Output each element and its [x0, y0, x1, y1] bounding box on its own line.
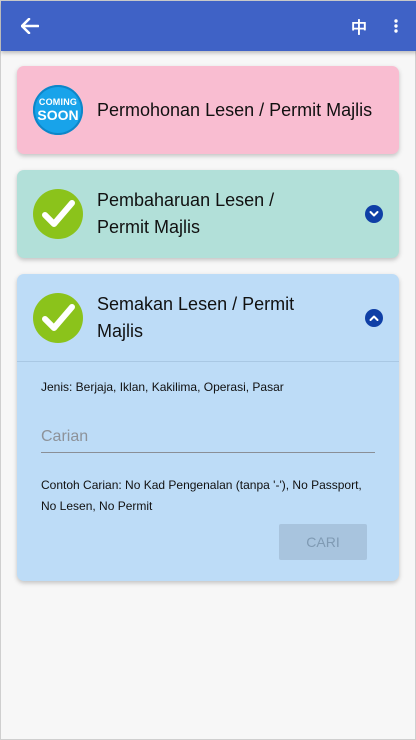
badge-line2: SOON — [37, 107, 79, 123]
license-types-text: Jenis: Berjaja, Iklan, Kakilima, Operasi… — [41, 380, 284, 394]
card-pembaharuan[interactable]: Pembaharuan Lesen / Permit Majlis — [17, 170, 399, 258]
search-hint-line2: No Lesen, No Permit — [41, 499, 153, 513]
card-header[interactable]: Semakan Lesen / Permit Majlis — [17, 274, 399, 362]
card-body: Jenis: Berjaja, Iklan, Kakilima, Operasi… — [17, 362, 399, 517]
card-title-line2: Majlis — [97, 320, 144, 341]
back-arrow-icon[interactable] — [19, 15, 41, 37]
app-screen: 中 COMING SOON Permohonan Lesen / Permit … — [0, 0, 416, 740]
coming-soon-badge-icon: COMING SOON — [33, 85, 83, 135]
search-button[interactable]: CARI — [279, 524, 367, 560]
card-title: Pembaharuan Lesen / Permit Majlis — [97, 187, 365, 241]
card-title-line2: Permit Majlis — [97, 217, 201, 237]
card-title: Semakan Lesen / Permit Majlis — [97, 291, 365, 345]
card-semakan: Semakan Lesen / Permit Majlis Jenis: Ber… — [17, 274, 399, 581]
search-input[interactable] — [41, 424, 375, 453]
chevron-down-icon[interactable] — [365, 205, 383, 223]
search-hint: Contoh Carian: No Kad Pengenalan (tanpa … — [41, 475, 375, 517]
card-title-line1: Pembaharuan Lesen / — [97, 190, 275, 210]
search-hint-line1: Contoh Carian: No Kad Pengenalan (tanpa … — [41, 478, 362, 492]
checkmark-icon — [33, 189, 83, 239]
badge-line1: COMING — [38, 97, 78, 107]
card-permohonan[interactable]: COMING SOON Permohonan Lesen / Permit Ma… — [17, 66, 399, 154]
checkmark-icon — [33, 292, 83, 343]
top-app-bar: 中 — [1, 1, 416, 51]
card-header[interactable]: Pembaharuan Lesen / Permit Majlis — [17, 170, 399, 258]
card-header[interactable]: COMING SOON Permohonan Lesen / Permit Ma… — [17, 66, 399, 154]
chevron-up-icon[interactable] — [365, 308, 383, 327]
card-title: Permohonan Lesen / Permit Majlis — [97, 99, 373, 120]
more-vert-icon[interactable] — [389, 15, 403, 37]
language-toggle-button[interactable]: 中 — [351, 14, 367, 38]
card-title-line1: Semakan Lesen / Permit — [97, 293, 295, 314]
